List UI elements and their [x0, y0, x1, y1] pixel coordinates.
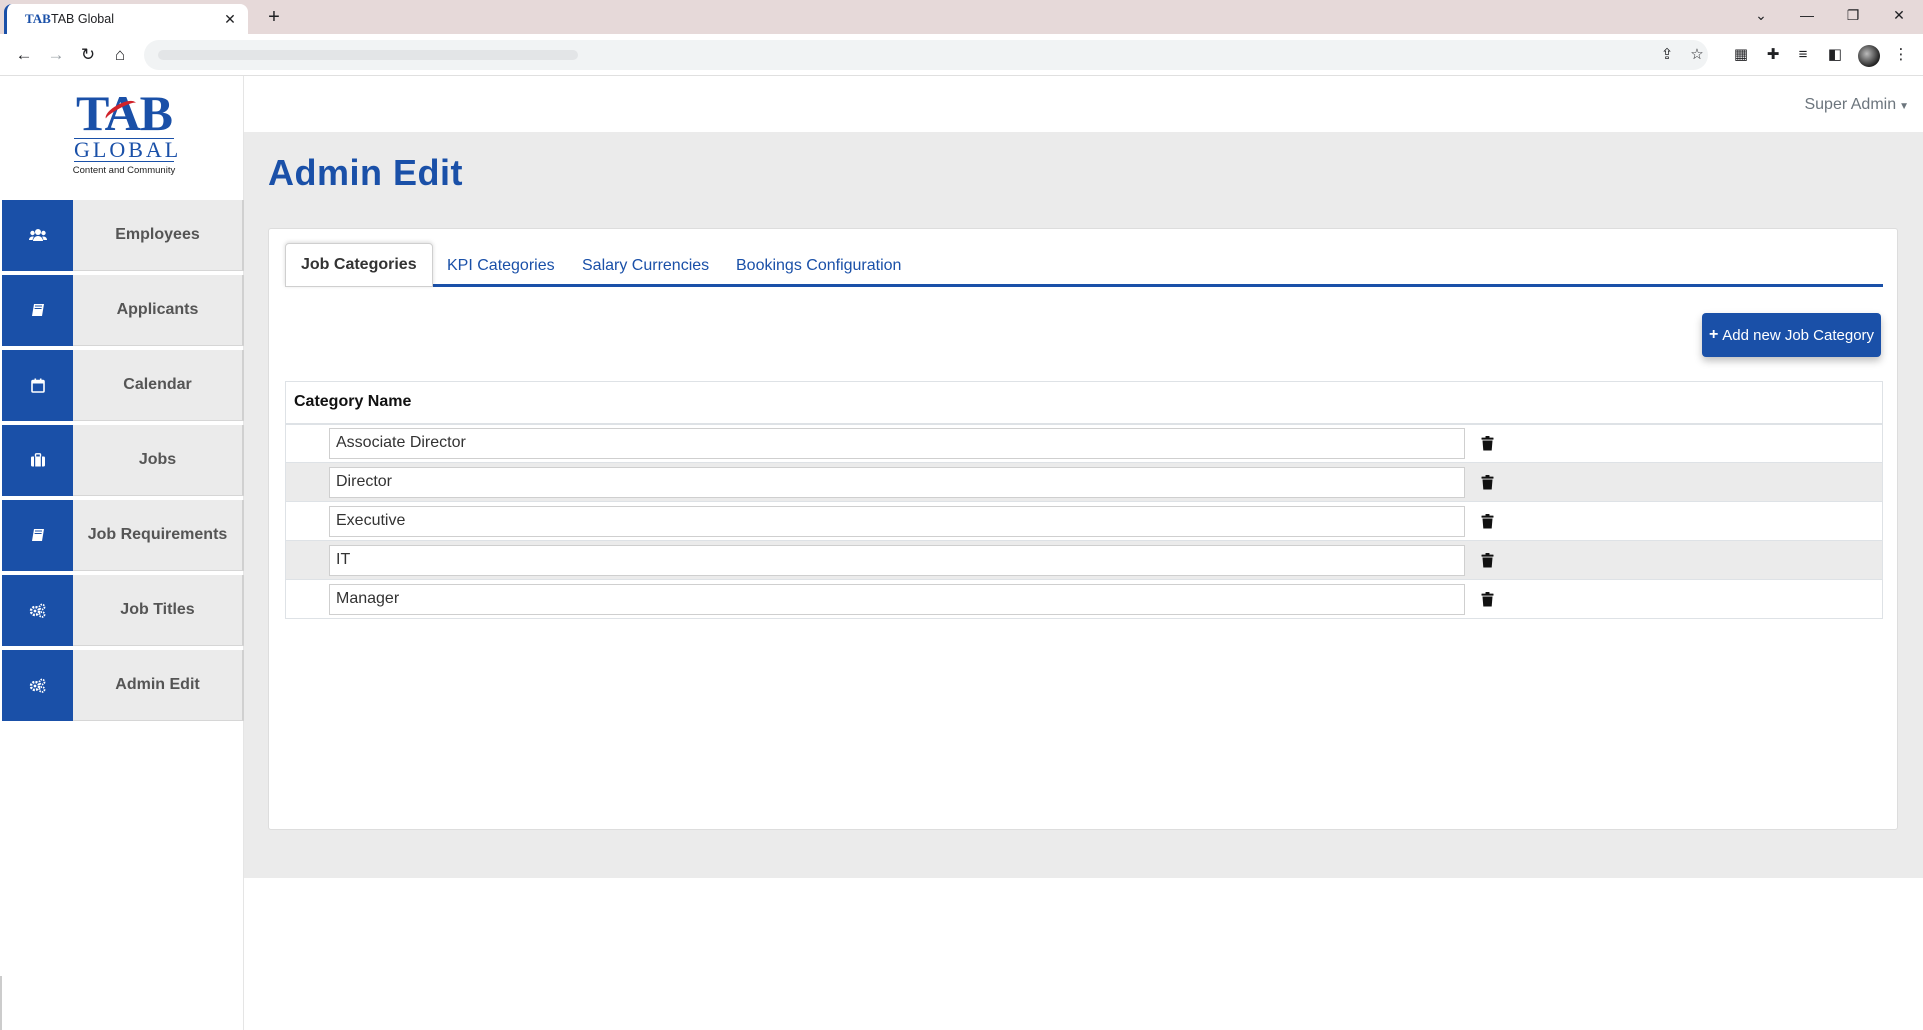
sidebar-nav: Employees Applicants Calendar Jobs Job R…	[2, 199, 244, 725]
restore-icon[interactable]: ❐	[1830, 0, 1876, 30]
address-text-blurred	[158, 50, 578, 60]
plus-icon: +	[1708, 326, 1719, 343]
sidebar-edge	[0, 976, 2, 1030]
menu-kebab-icon[interactable]: ⋮	[1888, 42, 1914, 68]
sidebar-item-employees[interactable]: Employees	[2, 199, 244, 271]
browser-tab-strip: TAB TAB Global ✕ + ⌄ — ❐ ✕	[0, 0, 1923, 34]
admin-edit-card: Job Categories KPI Categories Salary Cur…	[268, 228, 1898, 830]
sidebar-item-label: Admin Edit	[115, 676, 200, 693]
logo[interactable]: TAB GLOBAL Content and Community	[60, 88, 188, 186]
browser-toolbar: ← → ↻ ⌂ ⇪ ☆ ▦ ✚ ≡ ◧ ⋮	[0, 34, 1923, 76]
side-panel-icon[interactable]: ◧	[1822, 42, 1848, 68]
category-name-input[interactable]	[329, 466, 1465, 498]
tab-favicon-icon: TAB	[25, 11, 51, 26]
cogs-icon	[2, 574, 73, 646]
share-icon[interactable]: ⇪	[1654, 42, 1680, 68]
profile-avatar[interactable]	[1858, 45, 1880, 67]
top-navbar: Super Admin ▼	[244, 76, 1923, 132]
sidebar-item-admin-edit[interactable]: Admin Edit	[2, 649, 244, 721]
tab-bookings-configuration[interactable]: Bookings Configuration	[736, 257, 901, 275]
table-cell	[285, 579, 1476, 619]
user-menu-dropdown[interactable]: Super Admin ▼	[1804, 96, 1909, 114]
caret-down-icon: ▼	[1899, 101, 1909, 112]
tab-kpi-categories[interactable]: KPI Categories	[447, 257, 555, 275]
new-tab-button[interactable]: +	[262, 4, 286, 30]
category-name-input[interactable]	[329, 544, 1465, 576]
book-icon	[2, 499, 73, 571]
calendar-icon	[2, 349, 73, 421]
browser-tab[interactable]: TAB TAB Global ✕	[4, 4, 248, 34]
trash-icon[interactable]	[1476, 474, 1500, 490]
forward-icon[interactable]: →	[43, 42, 69, 68]
sidebar-item-label: Applicants	[116, 301, 199, 318]
tab-search-icon[interactable]: ⌄	[1738, 0, 1784, 30]
tab-close-icon[interactable]: ✕	[218, 11, 242, 28]
window-close-icon[interactable]: ✕	[1876, 0, 1922, 30]
media-icon[interactable]: ≡	[1790, 42, 1816, 68]
sidebar-item-label: Job Requirements	[87, 526, 228, 543]
bookmark-star-icon[interactable]: ☆	[1684, 42, 1710, 68]
extension-icon[interactable]: ▦	[1728, 42, 1754, 68]
trash-icon[interactable]	[1476, 552, 1500, 568]
briefcase-icon	[2, 424, 73, 496]
table-cell	[1475, 540, 1883, 580]
job-categories-table: Category Name	[285, 381, 1883, 619]
table-header-row: Category Name	[285, 381, 1883, 425]
table-row	[285, 501, 1883, 541]
table-cell	[285, 540, 1476, 580]
sidebar-item-job-titles[interactable]: Job Titles	[2, 574, 244, 646]
users-icon	[2, 199, 73, 271]
table-row	[285, 462, 1883, 502]
table-cell	[285, 423, 1476, 463]
sidebar-item-job-requirements[interactable]: Job Requirements	[2, 499, 244, 571]
address-bar[interactable]: ⇪ ☆	[144, 40, 1708, 70]
table-cell	[1475, 462, 1883, 502]
table-cell	[1475, 579, 1883, 619]
table-row	[285, 579, 1883, 619]
table-cell	[285, 501, 1476, 541]
column-header-category-name: Category Name	[285, 381, 1883, 425]
app-root: TAB GLOBAL Content and Community Employe…	[0, 76, 1923, 1030]
table-cell	[1475, 501, 1883, 541]
trash-icon[interactable]	[1476, 513, 1500, 529]
puzzle-icon[interactable]: ✚	[1760, 42, 1786, 68]
tabs-bar: Job Categories KPI Categories Salary Cur…	[285, 243, 1883, 287]
category-name-input[interactable]	[329, 583, 1465, 615]
sidebar-item-label: Jobs	[138, 451, 177, 468]
category-name-input[interactable]	[329, 505, 1465, 537]
user-menu-label: Super Admin	[1804, 96, 1897, 113]
home-icon[interactable]: ⌂	[107, 42, 133, 68]
page-title: Admin Edit	[268, 152, 463, 193]
sidebar-item-jobs[interactable]: Jobs	[2, 424, 244, 496]
table-cell	[1475, 423, 1883, 463]
trash-icon[interactable]	[1476, 591, 1500, 607]
minimize-icon[interactable]: —	[1784, 0, 1830, 30]
category-name-input[interactable]	[329, 427, 1465, 459]
sidebar-item-label: Calendar	[123, 376, 192, 393]
sidebar-item-label: Job Titles	[120, 601, 195, 618]
logo-global: GLOBAL	[74, 137, 182, 162]
table-row	[285, 540, 1883, 580]
sidebar-item-calendar[interactable]: Calendar	[2, 349, 244, 421]
tab-job-categories[interactable]: Job Categories	[285, 243, 433, 287]
main-content: Super Admin ▼ Admin Edit Job Categories K…	[244, 76, 1923, 1030]
sidebar-item-applicants[interactable]: Applicants	[2, 274, 244, 346]
add-job-category-button[interactable]: + Add new Job Category	[1702, 313, 1881, 357]
table-cell	[285, 462, 1476, 502]
book-icon	[2, 274, 73, 346]
sidebar-item-label: Employees	[115, 226, 200, 243]
reload-icon[interactable]: ↻	[75, 42, 101, 68]
logo-tagline: Content and Community	[72, 165, 176, 176]
tab-salary-currencies[interactable]: Salary Currencies	[582, 257, 709, 275]
trash-icon[interactable]	[1476, 435, 1500, 451]
cogs-icon	[2, 649, 73, 721]
tab-title: TAB Global	[51, 12, 114, 26]
add-button-label: Add new Job Category	[1722, 326, 1875, 344]
table-row	[285, 423, 1883, 463]
sidebar: TAB GLOBAL Content and Community Employe…	[0, 76, 244, 1030]
back-icon[interactable]: ←	[11, 42, 37, 68]
